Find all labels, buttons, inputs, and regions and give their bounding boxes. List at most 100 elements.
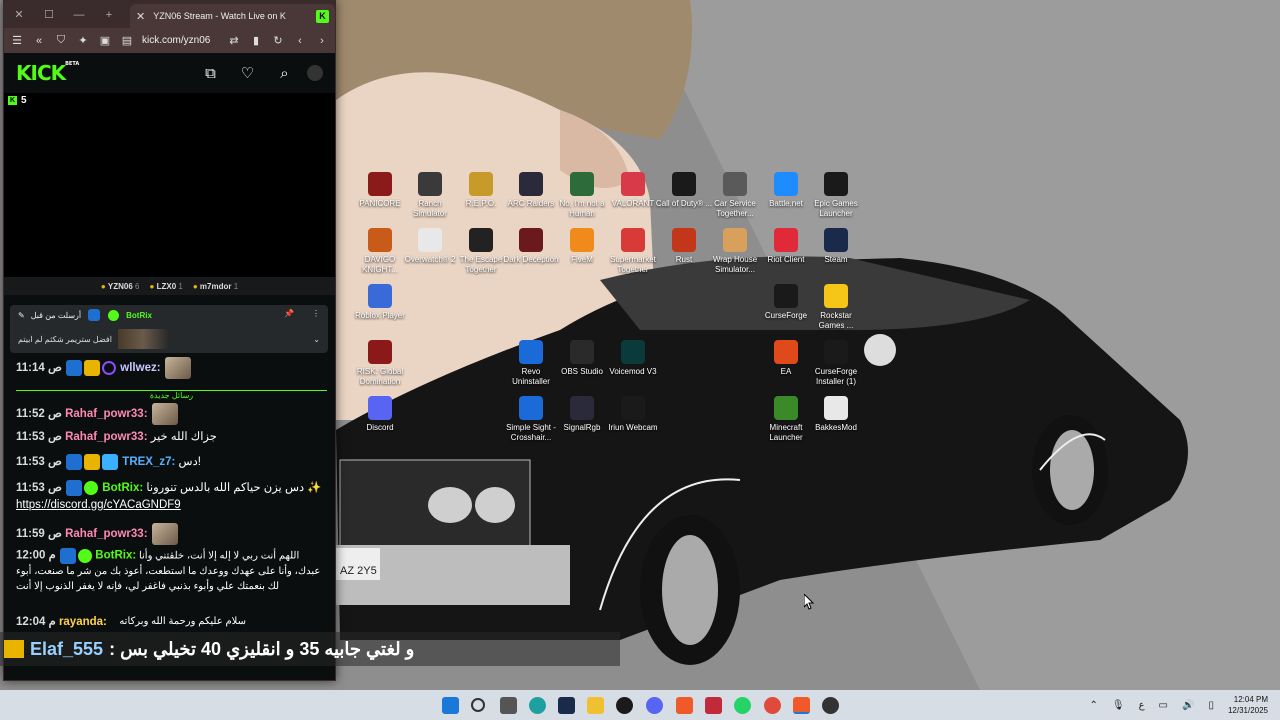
brave-active-icon[interactable] xyxy=(793,697,810,714)
desktop-icon[interactable]: FiveM xyxy=(553,228,611,265)
chat-username[interactable]: wllwez: xyxy=(120,362,160,374)
search-icon[interactable]: ⌕ xyxy=(266,65,303,82)
desktop-icon[interactable]: Iriun Webcam xyxy=(604,396,662,433)
desktop-icon[interactable]: Ranch Simulator xyxy=(401,172,459,219)
desktop-icon-label: Car Service Together... xyxy=(714,199,756,218)
desktop-icon[interactable]: Discord xyxy=(351,396,409,433)
back-icon[interactable]: ‹ xyxy=(293,35,307,47)
emote-image xyxy=(164,357,191,379)
chat-username[interactable]: rayanda: xyxy=(59,616,107,628)
desktop-icon[interactable]: Simple Sight - Crosshair... xyxy=(502,396,560,443)
bookmark-icon[interactable]: ▮ xyxy=(249,34,263,47)
reload-icon[interactable]: ↻ xyxy=(271,34,285,47)
chat-username[interactable]: Rahaf_powr33: xyxy=(65,528,147,540)
maximize-window-icon[interactable]: ☐ xyxy=(34,8,64,21)
chat-username[interactable]: BotRix: xyxy=(102,482,143,494)
leaderboard-item[interactable]: ● YZN06 6 xyxy=(101,282,140,291)
rewards-icon[interactable]: ▣ xyxy=(98,34,112,47)
chat-username[interactable]: Rahaf_powr33: xyxy=(65,431,147,443)
browse-icon[interactable]: ⧉ xyxy=(192,65,229,82)
file-explorer-icon[interactable] xyxy=(587,697,604,714)
chevron-down-icon[interactable]: ⌄ xyxy=(313,335,320,344)
xbox-icon[interactable] xyxy=(616,697,633,714)
desktop-icon[interactable]: SignalRgb xyxy=(553,396,611,433)
desktop-icon[interactable]: Call of Duty® ... xyxy=(655,172,713,209)
discord-link[interactable]: https://discord.gg/cYACaGNDF9 xyxy=(16,499,181,511)
keyboard-layout-icon[interactable]: ع xyxy=(1139,700,1145,711)
desktop-icon[interactable]: Dark Deception xyxy=(502,228,560,265)
whatsapp-icon[interactable] xyxy=(734,697,751,714)
network-icon[interactable]: ▭ xyxy=(1159,700,1168,711)
more-options-icon[interactable]: ⋮ xyxy=(312,309,320,318)
clock[interactable]: 12:04 PM 12/31/2025 xyxy=(1228,694,1268,716)
desktop-icon[interactable]: VALORANT xyxy=(604,172,662,209)
desktop-icon-label: VALORANT xyxy=(611,199,655,208)
microphone-icon[interactable]: 🎙 xyxy=(1112,700,1125,711)
chat-username[interactable]: Rahaf_powr33: xyxy=(65,408,147,420)
obs-icon[interactable] xyxy=(822,697,839,714)
extensions-icon[interactable]: ✦ xyxy=(76,34,90,47)
url-field[interactable]: kick.com/yzn06 xyxy=(142,35,219,46)
pin-icon[interactable]: 📌 xyxy=(284,309,294,318)
desktop-icon[interactable]: No, I'm not a Human xyxy=(553,172,611,219)
desktop-icon[interactable]: Epic Games Launcher xyxy=(807,172,865,219)
minimize-window-icon[interactable]: — xyxy=(64,9,94,21)
share-icon[interactable]: ⇄ xyxy=(227,34,241,47)
new-tab-button[interactable]: + xyxy=(94,9,124,21)
pinned-message[interactable]: ✎ أرسلت من قبل BotRix افضل ستريمر شكثم ل… xyxy=(10,305,328,353)
desktop-icon[interactable]: Car Service Together... xyxy=(706,172,764,219)
pinned-user[interactable]: BotRix xyxy=(126,311,152,320)
search-icon[interactable] xyxy=(471,698,485,712)
desktop-icon[interactable]: Supermarket Together xyxy=(604,228,662,275)
chevron-up-icon[interactable]: ⌃ xyxy=(1089,700,1097,711)
desktop-icon[interactable]: ARC Raiders xyxy=(502,172,560,209)
app-icon xyxy=(469,228,493,252)
heart-icon[interactable]: ♡ xyxy=(229,64,266,82)
app-icon xyxy=(368,172,392,196)
desktop-icon[interactable]: BakkesMod xyxy=(807,396,865,433)
menu-icon[interactable]: ☰ xyxy=(10,34,24,47)
viewer-count-value: 5 xyxy=(21,95,27,106)
app-icon[interactable] xyxy=(705,697,722,714)
leaderboard-item[interactable]: ● LZX0 1 xyxy=(150,282,183,291)
crown-badge-icon xyxy=(84,454,101,470)
edge-icon[interactable] xyxy=(529,697,546,714)
kick-favicon-icon: K xyxy=(316,9,329,23)
desktop-icon[interactable]: Overwatch® 2 xyxy=(401,228,459,265)
desktop-icon[interactable]: Revo Uninstaller xyxy=(502,340,560,387)
desktop-icon[interactable]: Steam xyxy=(807,228,865,265)
shield-icon[interactable]: ⛉ xyxy=(54,34,68,47)
leaderboard-item[interactable]: ● m7mdor 1 xyxy=(193,282,238,291)
desktop-icon[interactable]: Rust xyxy=(655,228,713,265)
app-icon xyxy=(824,228,848,252)
task-view-icon[interactable] xyxy=(500,697,517,714)
desktop-icon[interactable]: CurseForge Installer (1) xyxy=(807,340,865,387)
app-icon xyxy=(774,284,798,308)
brave-icon[interactable] xyxy=(676,697,693,714)
desktop-icon[interactable]: RISK: Global Domination xyxy=(351,340,409,387)
steam-icon[interactable] xyxy=(558,697,575,714)
app-icon xyxy=(774,228,798,252)
tab-active[interactable]: ✕ YZN06 Stream - Watch Live on K K xyxy=(130,4,335,28)
kick-logo[interactable]: KICKBETA xyxy=(16,61,79,85)
desktop-icon[interactable]: Rockstar Games ... xyxy=(807,284,865,331)
volume-icon[interactable]: 🔊 xyxy=(1182,700,1194,711)
start-icon[interactable] xyxy=(442,697,459,714)
desktop-icon[interactable]: Roblox Player xyxy=(351,284,409,321)
chat-username[interactable]: BotRix: xyxy=(95,550,136,562)
close-window-icon[interactable]: ✕ xyxy=(4,8,34,21)
desktop-icon[interactable]: Voicemod V3 xyxy=(604,340,662,377)
wallet-icon[interactable]: ▤ xyxy=(120,34,134,47)
forward-icon[interactable]: › xyxy=(315,35,329,47)
close-tab-icon[interactable]: ✕ xyxy=(136,10,145,23)
avatar[interactable] xyxy=(307,65,323,81)
desktop-icon[interactable]: Wrap House Simulator... xyxy=(706,228,764,275)
chrome-icon[interactable] xyxy=(764,697,781,714)
desktop-icon[interactable]: OBS Studio xyxy=(553,340,611,377)
sidebar-collapse-icon[interactable]: « xyxy=(32,35,46,47)
battery-icon[interactable]: ▯ xyxy=(1208,700,1214,711)
chat-username[interactable]: TREX_z7: xyxy=(122,456,175,468)
app-icon xyxy=(368,340,392,364)
discord-icon[interactable] xyxy=(646,697,663,714)
video-player[interactable]: K 5 xyxy=(4,93,335,277)
